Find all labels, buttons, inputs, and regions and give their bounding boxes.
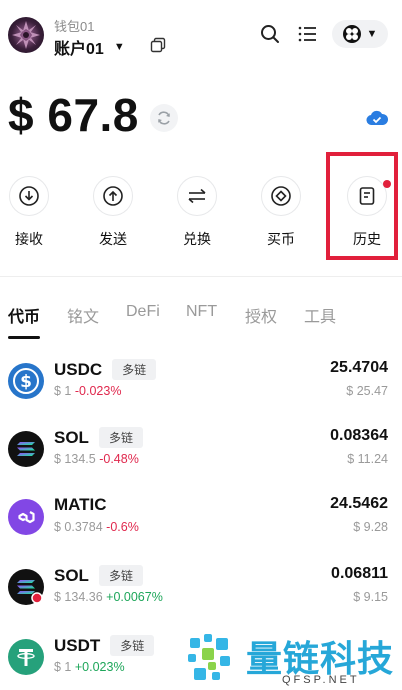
search-icon[interactable] [258, 22, 282, 46]
send-icon [103, 186, 123, 206]
account-name: 账户01 [54, 41, 104, 58]
divider [0, 276, 402, 277]
token-price: $ 134.5 [54, 452, 96, 466]
send-button[interactable]: 发送 [83, 172, 143, 249]
token-value: $ 9.15 [353, 590, 388, 604]
refresh-icon [158, 111, 170, 125]
token-name: USDC [54, 359, 103, 379]
token-name: USDT [54, 635, 101, 655]
wallet-name: 钱包01 [54, 19, 95, 34]
buy-label: 买币 [267, 231, 295, 247]
sol-icon [8, 431, 44, 467]
chevron-down-icon: ▼ [366, 28, 378, 40]
swap-icon [188, 188, 206, 204]
token-row[interactable]: $ USDC 多链 $ 1 -0.023% 25.4704 $ 25.47 [0, 357, 402, 423]
token-value: $ 25.47 [346, 384, 388, 398]
notification-dot [383, 180, 391, 188]
watermark: 量链科技 QFSP.NET [184, 630, 398, 688]
token-row[interactable]: SOL 多链 $ 134.5 -0.48% 0.08364 $ 11.24 [0, 425, 402, 491]
copy-icon[interactable] [150, 37, 166, 53]
tab-nft[interactable]: NFT [186, 303, 217, 321]
chain-badge: 多链 [98, 427, 143, 448]
token-name: SOL [54, 427, 89, 447]
tab-tokens[interactable]: 代币 [8, 303, 40, 327]
watermark-logo-icon [188, 634, 230, 680]
token-value: $ 9.28 [353, 520, 388, 534]
token-price: $ 1 [54, 384, 72, 398]
price-change: +0.023% [74, 660, 125, 674]
send-label: 发送 [99, 231, 127, 247]
history-highlight-box [326, 152, 398, 260]
buy-icon [271, 186, 291, 206]
tab-approvals[interactable]: 授权 [245, 303, 277, 327]
token-row[interactable]: MATIC $ 0.3784 -0.6% 24.5462 $ 9.28 [0, 493, 402, 559]
token-name: MATIC [54, 495, 107, 514]
token-amount: 0.06811 [331, 565, 388, 582]
swap-label: 兑换 [183, 231, 211, 247]
token-price: $ 134.36 [54, 590, 103, 604]
tab-defi[interactable]: DeFi [126, 303, 160, 321]
cloud-backup-icon[interactable] [366, 110, 388, 126]
total-balance: $ 67.8 [8, 89, 139, 141]
receive-icon [19, 186, 39, 206]
token-amount: 25.4704 [330, 359, 388, 376]
active-tab-indicator [8, 336, 40, 339]
price-change: -0.6% [106, 520, 139, 534]
usdt-icon [8, 639, 44, 675]
multichain-icon [342, 25, 361, 43]
price-change: -0.48% [99, 452, 139, 466]
tab-inscriptions[interactable]: 铭文 [67, 303, 99, 327]
price-change: -0.023% [74, 384, 122, 398]
receive-label: 接收 [15, 231, 43, 247]
refresh-button[interactable] [150, 104, 178, 132]
wallet-avatar[interactable] [8, 17, 44, 53]
network-selector[interactable]: ▼ [332, 20, 388, 48]
token-amount: 24.5462 [330, 495, 388, 512]
watermark-url: QFSP.NET [282, 674, 360, 686]
chevron-down-icon: ▼ [113, 41, 125, 53]
token-value: $ 11.24 [347, 452, 388, 466]
chain-badge: 多链 [112, 359, 157, 380]
chain-badge: 多链 [110, 635, 155, 656]
token-name: SOL [54, 565, 89, 585]
tab-tools[interactable]: 工具 [304, 303, 336, 327]
token-amount: 0.08364 [330, 427, 388, 444]
header: 钱包01 账户01 ▼ ▼ [0, 0, 402, 70]
sol-icon [8, 569, 44, 605]
swap-button[interactable]: 兑换 [167, 172, 227, 249]
token-price: $ 1 [54, 660, 72, 674]
token-row[interactable]: SOL 多链 $ 134.36 +0.0067% 0.06811 $ 9.15 [0, 563, 402, 629]
usdc-icon: $ [8, 363, 44, 399]
svg-text:$: $ [20, 372, 32, 392]
receive-button[interactable]: 接收 [0, 172, 59, 249]
token-price: $ 0.3784 [54, 520, 103, 534]
account-selector[interactable]: 账户01 ▼ [54, 35, 125, 59]
list-menu-icon[interactable] [296, 22, 320, 46]
asset-tabs: 代币 铭文 DeFi NFT 授权 工具 [0, 300, 402, 340]
buy-button[interactable]: 买币 [251, 172, 311, 249]
matic-icon [8, 499, 44, 535]
price-change: +0.0067% [106, 590, 163, 604]
chain-badge: 多链 [98, 565, 143, 586]
